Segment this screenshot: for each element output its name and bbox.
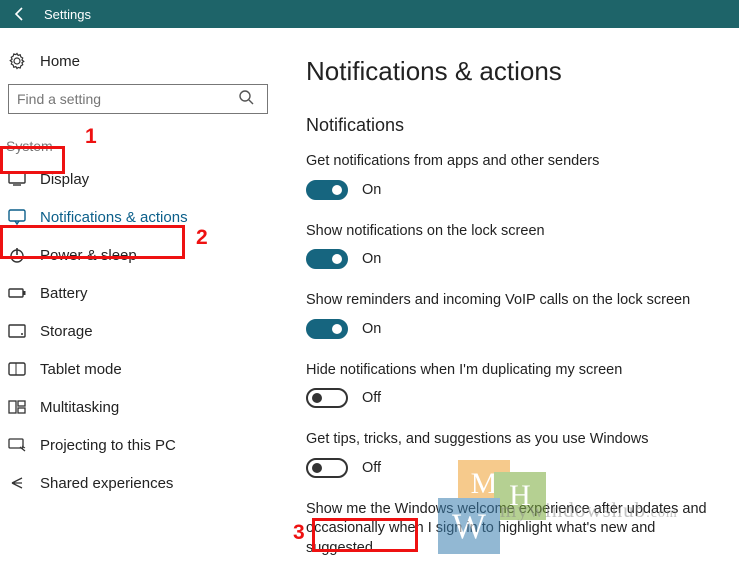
battery-icon bbox=[8, 284, 26, 302]
back-icon[interactable] bbox=[8, 6, 32, 22]
nav-label: Projecting to this PC bbox=[40, 437, 176, 454]
toggle-state-label: Off bbox=[362, 390, 381, 406]
multitask-icon bbox=[8, 398, 26, 416]
storage-icon bbox=[8, 322, 26, 340]
toggle-switch[interactable] bbox=[306, 458, 348, 478]
setting-label: Show reminders and incoming VoIP calls o… bbox=[306, 291, 719, 311]
toggle-switch[interactable] bbox=[306, 319, 348, 339]
sidebar-item-multitask[interactable]: Multitasking bbox=[4, 388, 266, 426]
tablet-icon bbox=[8, 360, 26, 378]
setting-row: Show reminders and incoming VoIP calls o… bbox=[306, 291, 719, 339]
search-input[interactable] bbox=[8, 84, 268, 114]
power-icon bbox=[8, 246, 26, 264]
setting-row: Get notifications from apps and other se… bbox=[306, 152, 719, 200]
sidebar: Home System Display Notifications & acti… bbox=[0, 28, 270, 565]
setting-label: Get notifications from apps and other se… bbox=[306, 152, 719, 172]
sidebar-item-battery[interactable]: Battery bbox=[4, 274, 266, 312]
section-title: Notifications bbox=[306, 115, 719, 136]
nav-label: Notifications & actions bbox=[40, 209, 188, 226]
sidebar-item-shared[interactable]: Shared experiences bbox=[4, 464, 266, 502]
nav-label: Storage bbox=[40, 323, 93, 340]
shared-icon bbox=[8, 474, 26, 492]
nav-label: Tablet mode bbox=[40, 361, 122, 378]
projecting-icon bbox=[8, 436, 26, 454]
sidebar-item-tablet[interactable]: Tablet mode bbox=[4, 350, 266, 388]
toggle-switch[interactable] bbox=[306, 388, 348, 408]
sidebar-item-projecting[interactable]: Projecting to this PC bbox=[4, 426, 266, 464]
toggle-switch[interactable] bbox=[306, 249, 348, 269]
setting-row: Get tips, tricks, and suggestions as you… bbox=[306, 430, 719, 478]
gear-icon bbox=[8, 52, 26, 70]
display-icon bbox=[8, 170, 26, 188]
toggle-switch[interactable] bbox=[306, 180, 348, 200]
toggle-state-label: On bbox=[362, 251, 381, 267]
sidebar-item-power[interactable]: Power & sleep bbox=[4, 236, 266, 274]
nav-label: Multitasking bbox=[40, 399, 119, 416]
setting-row: Show me the Windows welcome experience a… bbox=[306, 500, 719, 565]
nav-label: Battery bbox=[40, 285, 88, 302]
window-title: Settings bbox=[44, 7, 91, 22]
sidebar-item-display[interactable]: Display bbox=[4, 160, 266, 198]
home-label: Home bbox=[40, 53, 80, 70]
notification-icon bbox=[8, 208, 26, 226]
search-icon bbox=[238, 89, 254, 105]
sidebar-home[interactable]: Home bbox=[4, 46, 266, 84]
nav-label: Power & sleep bbox=[40, 247, 137, 264]
setting-label: Show notifications on the lock screen bbox=[306, 222, 719, 242]
setting-row: Hide notifications when I'm duplicating … bbox=[306, 361, 719, 409]
sidebar-item-storage[interactable]: Storage bbox=[4, 312, 266, 350]
toggle-state-label: On bbox=[362, 321, 381, 337]
setting-label: Get tips, tricks, and suggestions as you… bbox=[306, 430, 719, 450]
search-wrap bbox=[8, 84, 262, 114]
page-title: Notifications & actions bbox=[306, 56, 719, 87]
nav-label: Display bbox=[40, 171, 89, 188]
sidebar-item-notifications[interactable]: Notifications & actions bbox=[4, 198, 266, 236]
setting-label: Show me the Windows welcome experience a… bbox=[306, 500, 719, 559]
main-panel: Notifications & actions Notifications Ge… bbox=[270, 28, 739, 565]
nav-label: Shared experiences bbox=[40, 475, 173, 492]
setting-label: Hide notifications when I'm duplicating … bbox=[306, 361, 719, 381]
toggle-state-label: On bbox=[362, 182, 381, 198]
sidebar-category: System bbox=[4, 132, 266, 160]
titlebar: Settings bbox=[0, 0, 739, 28]
setting-row: Show notifications on the lock screen On bbox=[306, 222, 719, 270]
toggle-state-label: Off bbox=[362, 460, 381, 476]
